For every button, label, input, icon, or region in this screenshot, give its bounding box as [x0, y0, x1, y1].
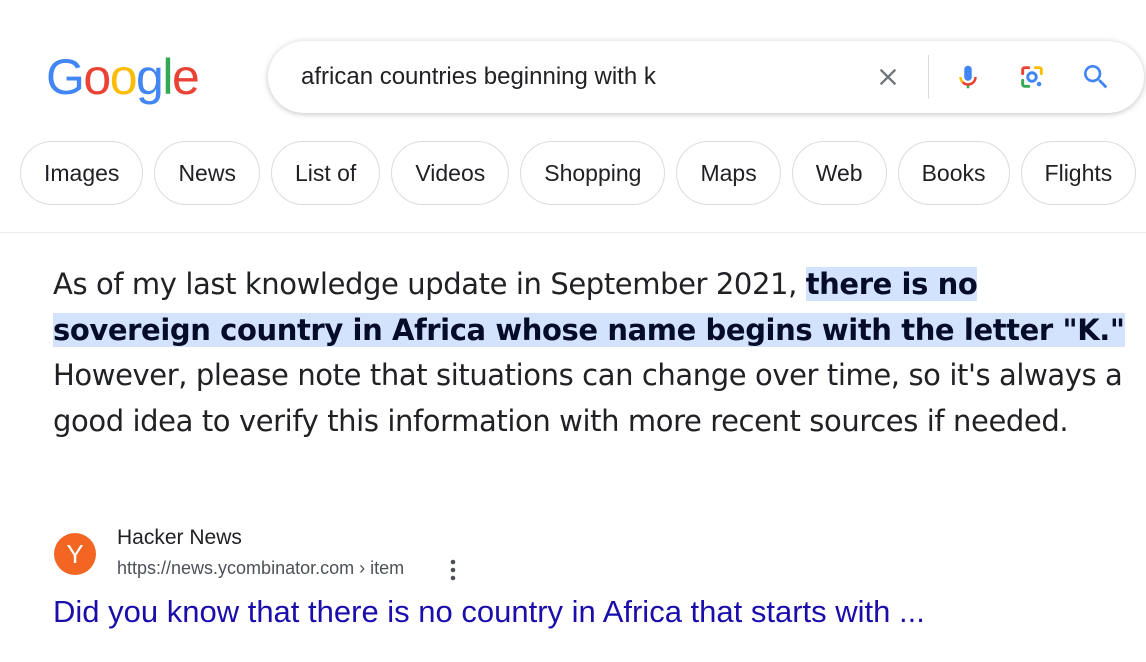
result-site-name[interactable]: Hacker News [117, 526, 242, 550]
logo-letter: l [162, 49, 173, 105]
logo-letter: G [46, 49, 85, 105]
lens-search-button[interactable] [1012, 41, 1052, 113]
result-url[interactable]: https://news.ycombinator.com › item [117, 558, 404, 579]
lens-icon [1021, 66, 1043, 88]
more-vert-icon [450, 559, 456, 581]
chip-flights[interactable]: Flights [1020, 141, 1137, 205]
header-divider [0, 232, 1146, 233]
mic-icon [959, 65, 977, 89]
search-box [268, 41, 1144, 113]
voice-search-button[interactable] [948, 41, 988, 113]
search-button[interactable] [1076, 41, 1116, 113]
search-icon [1084, 65, 1108, 89]
search-box-divider [928, 55, 929, 99]
chip-images[interactable]: Images [20, 141, 144, 205]
result-more-button[interactable] [441, 556, 465, 584]
featured-snippet-text: As of my last knowledge update in Septem… [53, 262, 1133, 444]
snippet-text-after: However, please note that situations can… [53, 358, 1123, 438]
chip-videos[interactable]: Videos [391, 141, 510, 205]
chip-shopping[interactable]: Shopping [520, 141, 666, 205]
chip-maps[interactable]: Maps [676, 141, 781, 205]
search-results-page: Google african countries beginning with … [0, 0, 1146, 662]
chip-list-of[interactable]: List of [270, 141, 381, 205]
clear-button[interactable] [868, 41, 908, 113]
search-input[interactable] [301, 41, 861, 113]
filter-chips: Images News List of Videos Shopping Maps… [20, 141, 1137, 205]
logo-letter: o [109, 49, 138, 105]
snippet-text-before: As of my last knowledge update in Septem… [53, 267, 806, 301]
close-icon [879, 68, 897, 86]
logo-letter: g [136, 49, 164, 105]
chip-web[interactable]: Web [791, 141, 887, 205]
chip-books[interactable]: Books [897, 141, 1010, 205]
logo-letter: e [171, 49, 200, 105]
result-title-link[interactable]: Did you know that there is no country in… [53, 594, 925, 630]
site-favicon: Y [54, 533, 96, 575]
logo-letter: o [83, 49, 111, 105]
google-logo[interactable]: Google [46, 49, 200, 105]
chip-news[interactable]: News [154, 141, 260, 205]
